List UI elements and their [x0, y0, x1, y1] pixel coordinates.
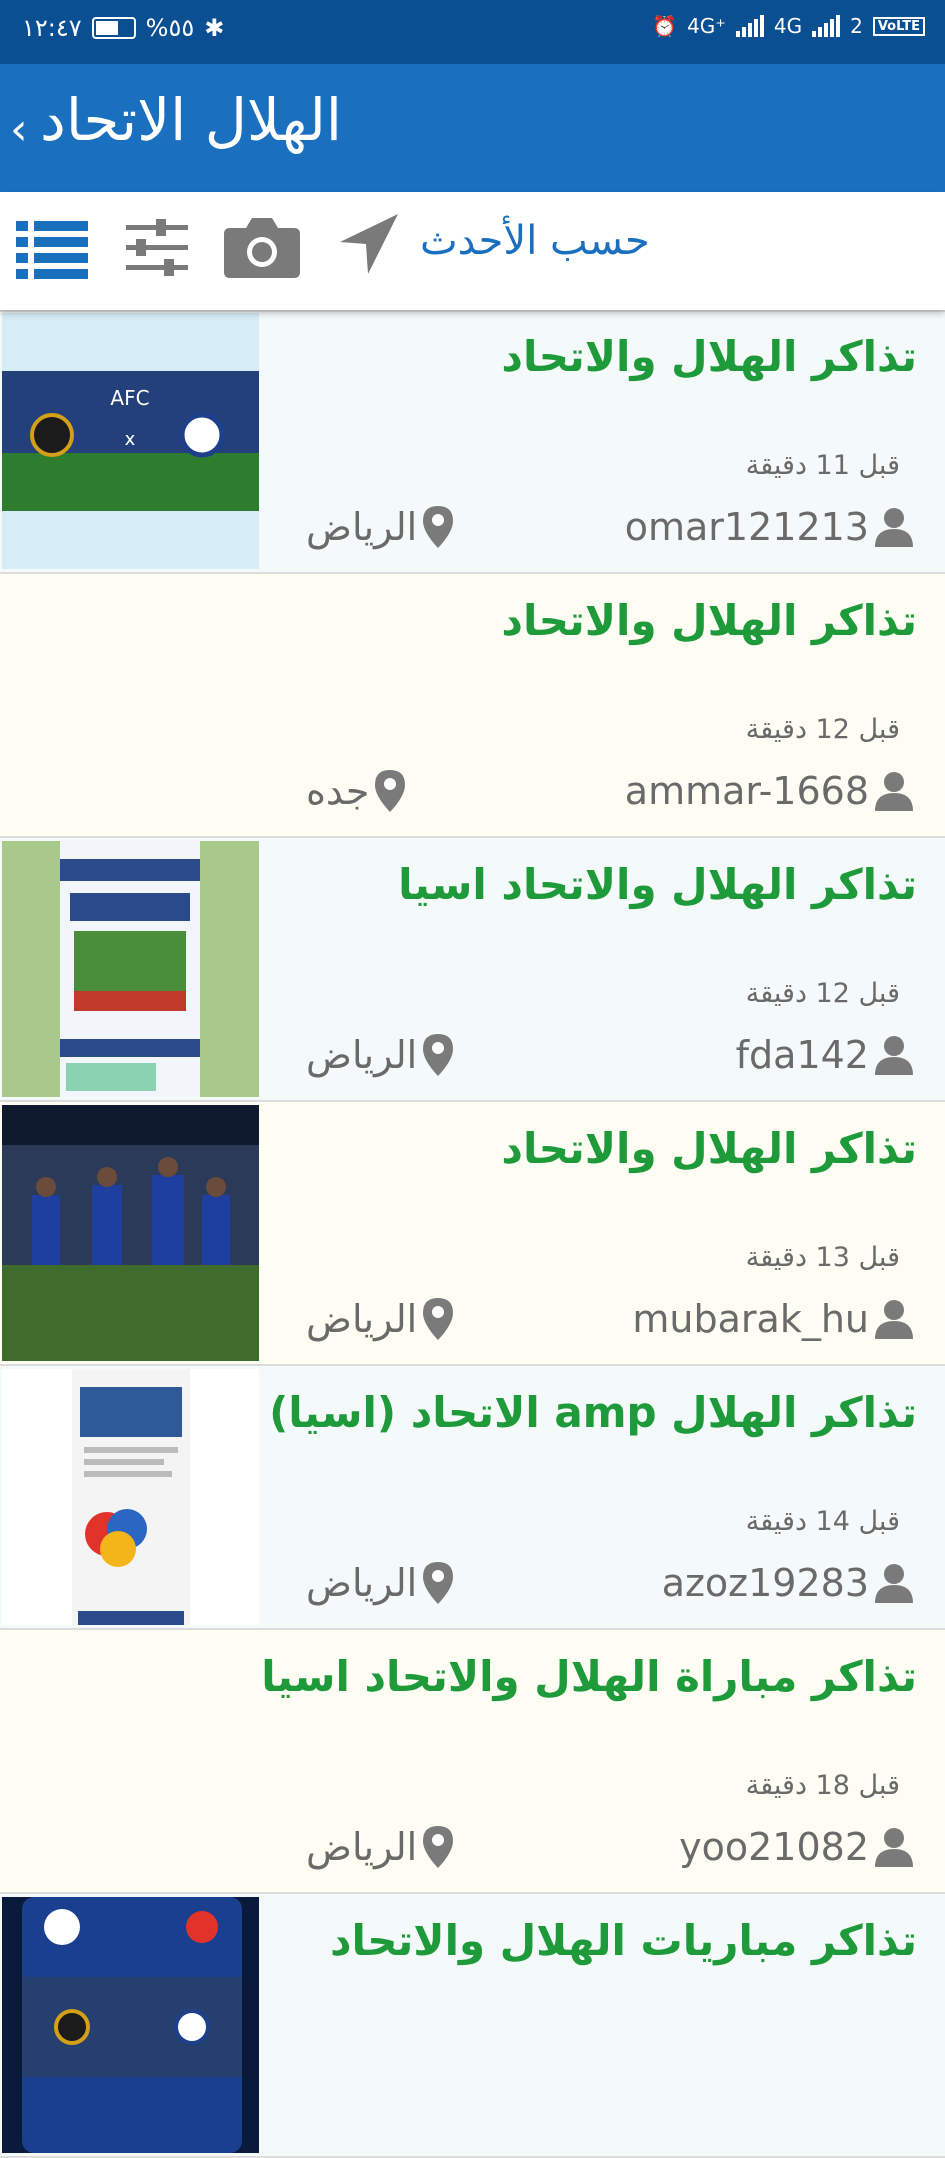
listing-time: قبل 12 دقيقة [745, 714, 900, 745]
svg-text:AFC: AFC [110, 386, 149, 410]
listing-time: قبل 11 دقيقة [745, 450, 900, 481]
listing-thumbnail[interactable] [2, 841, 259, 1097]
user-icon [875, 1564, 913, 1603]
listing-time: قبل 13 دقيقة [745, 1242, 900, 1273]
listing-title[interactable]: تذاكر الهلال والاتحاد [501, 332, 917, 381]
listing-time: قبل 14 دقيقة [745, 1506, 900, 1537]
signal-icon [735, 15, 764, 37]
listing-row[interactable]: تذاكر مباراة الهلال والاتحاد اسيا قبل 18 … [0, 1630, 945, 1894]
listing-user[interactable]: fda142 [736, 1033, 913, 1077]
chevron-left-icon[interactable]: ‹ [10, 104, 28, 155]
listing-location: الرياض [306, 505, 454, 549]
user-icon [875, 1828, 913, 1867]
bluetooth-icon: ✱ [204, 14, 225, 42]
location-name: الرياض [306, 505, 418, 549]
location-arrow-icon[interactable] [340, 214, 398, 274]
listing-location: الرياض [306, 1033, 454, 1077]
listing-row[interactable]: تذاكر مباريات الهلال والاتحاد [0, 1894, 945, 2158]
listing-user[interactable]: mubarak_hu [632, 1297, 913, 1341]
network-label-1: 4G⁺ [687, 14, 726, 38]
filter-sliders-icon[interactable] [126, 217, 188, 279]
listing-location: الرياض [306, 1825, 454, 1869]
listing-user[interactable]: ammar-1668 [625, 769, 913, 813]
listing-title[interactable]: تذاكر الهلال والاتحاد [501, 1124, 917, 1173]
listing-row[interactable]: تذاكر الهلال والاتحاد قبل 13 دقيقة mubarak… [0, 1102, 945, 1366]
listing-title[interactable]: تذاكر الهلال والاتحاد اسيا [398, 860, 917, 909]
battery-icon [91, 17, 136, 39]
sort-label[interactable]: حسب الأحدث [420, 218, 650, 264]
listing-list: x AFC تذاكر الهلال والاتحاد قبل 11 دقيقة o… [0, 310, 945, 2158]
sim-label: 2 [850, 14, 863, 38]
location-pin-icon [423, 1298, 454, 1340]
username: azoz19283 [661, 1561, 869, 1605]
listing-time: قبل 18 دقيقة [745, 1770, 900, 1801]
username: yoo21082 [679, 1825, 869, 1869]
location-name: الرياض [306, 1033, 418, 1077]
listing-location: جده [306, 769, 406, 813]
svg-text:x: x [125, 429, 136, 450]
listing-row[interactable]: تذاكر الهلال amp الاتحاد (اسيا) قبل 14 دق… [0, 1366, 945, 1630]
listing-row[interactable]: تذاكر الهلال والاتحاد قبل 12 دقيقة ammar-1… [0, 574, 945, 838]
listing-row[interactable]: تذاكر الهلال والاتحاد اسيا قبل 12 دقيقة fd… [0, 838, 945, 1102]
signal-icon-2 [812, 15, 841, 37]
status-bar: ١٢:٤٧ %٥٥ ✱ ⏰ 4G⁺ 4G 2 VoLTE [0, 0, 945, 64]
username: mubarak_hu [632, 1297, 869, 1341]
toolbar: حسب الأحدث [0, 192, 945, 310]
listing-thumbnail[interactable] [2, 1369, 259, 1625]
location-pin-icon [423, 506, 454, 548]
network-label-2: 4G [773, 14, 803, 38]
clock: ١٢:٤٧ [22, 14, 82, 42]
listing-row[interactable]: x AFC تذاكر الهلال والاتحاد قبل 11 دقيقة o… [0, 310, 945, 574]
app-bar: ‹ الهلال الاتحاد [0, 64, 945, 192]
username: ammar-1668 [624, 769, 869, 813]
camera-icon[interactable] [224, 212, 300, 278]
listing-thumbnail[interactable] [2, 1105, 259, 1361]
location-name: الرياض [306, 1561, 418, 1605]
page-title: الهلال الاتحاد [40, 86, 342, 154]
battery-percent: %٥٥ [145, 14, 195, 42]
listing-title[interactable]: تذاكر مباريات الهلال والاتحاد [330, 1916, 917, 1965]
user-icon [875, 1036, 913, 1075]
location-name: جده [306, 769, 370, 813]
location-pin-icon [423, 1034, 454, 1076]
listing-time: قبل 12 دقيقة [745, 978, 900, 1009]
listing-thumbnail[interactable]: x AFC [2, 313, 259, 569]
location-pin-icon [423, 1826, 454, 1868]
listing-title[interactable]: تذاكر مباراة الهلال والاتحاد اسيا [261, 1652, 917, 1701]
list-view-icon[interactable] [16, 217, 88, 279]
listing-thumbnail[interactable] [2, 1897, 259, 2153]
user-icon [875, 1300, 913, 1339]
listing-location: الرياض [306, 1561, 454, 1605]
listing-title[interactable]: تذاكر الهلال والاتحاد [501, 596, 917, 645]
username: fda142 [735, 1033, 869, 1077]
listing-title[interactable]: تذاكر الهلال amp الاتحاد (اسيا) [269, 1388, 917, 1437]
listing-user[interactable]: azoz19283 [662, 1561, 913, 1605]
location-pin-icon [423, 1562, 454, 1604]
listing-location: الرياض [306, 1297, 454, 1341]
user-icon [875, 508, 913, 547]
listing-user[interactable]: omar121213 [625, 505, 913, 549]
listing-user[interactable]: yoo21082 [679, 1825, 913, 1869]
location-pin-icon [375, 770, 406, 812]
location-name: الرياض [306, 1297, 418, 1341]
user-icon [875, 772, 913, 811]
username: omar121213 [624, 505, 869, 549]
location-name: الرياض [306, 1825, 418, 1869]
volte-badge: VoLTE [872, 16, 925, 36]
alarm-icon: ⏰ [652, 14, 678, 38]
